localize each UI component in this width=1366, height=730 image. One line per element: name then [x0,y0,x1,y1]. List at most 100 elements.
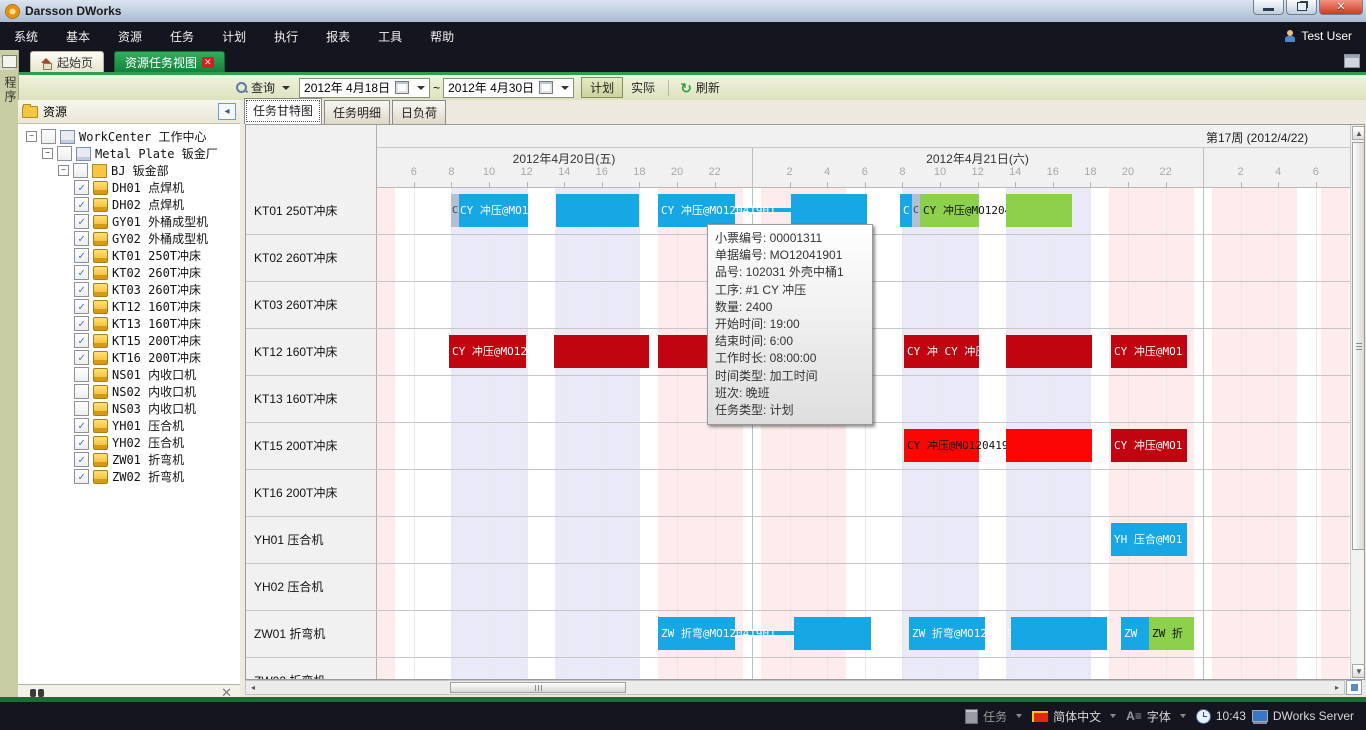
task-bar[interactable]: CY 冲压@MO12041901 [658,194,735,227]
language-dropdown-icon[interactable] [1110,714,1116,718]
task-marker[interactable]: C [451,194,459,227]
task-bar[interactable]: C [900,194,912,227]
menu-item-6[interactable]: 执行 [260,22,312,50]
tree-checkbox[interactable] [41,129,56,144]
tree-checkbox[interactable]: ✓ [74,299,89,314]
tree-node[interactable]: NS03 内收口机 [18,400,240,417]
menu-item-4[interactable]: 任务 [156,22,208,50]
task-bar[interactable] [1011,617,1107,650]
tree-node[interactable]: ✓KT15 200T冲床 [18,332,240,349]
tree-checkbox[interactable]: ✓ [74,197,89,212]
tree-node[interactable]: NS01 内收口机 [18,366,240,383]
query-dropdown-icon[interactable] [282,86,290,90]
task-marker[interactable]: C [912,194,920,227]
task-bar[interactable]: CY 冲压@MO12041902 [920,194,979,227]
task-bar[interactable] [556,194,639,227]
tree-node[interactable]: ✓KT01 250T冲床 [18,247,240,264]
tree-node[interactable]: ✓KT16 200T冲床 [18,349,240,366]
task-bar[interactable]: CY 冲压@MO1 [1111,335,1187,368]
tree-node[interactable]: ✓YH01 压合机 [18,417,240,434]
menu-item-8[interactable]: 工具 [364,22,416,50]
tree-node[interactable]: NS02 内收口机 [18,383,240,400]
scroll-up-arrow[interactable]: ▲ [1352,126,1365,140]
gantt-tab-3[interactable]: 日负荷 [392,100,446,124]
task-bar[interactable] [554,335,649,368]
panel-collapse-button[interactable]: ◂ [218,103,236,120]
tree-checkbox[interactable]: ✓ [74,452,89,467]
task-bar[interactable] [791,194,867,227]
menu-item-5[interactable]: 计划 [208,22,260,50]
date-to-dropdown-icon[interactable] [561,86,569,90]
task-bar[interactable]: CY 冲压@MO12041901 [457,194,528,227]
status-server[interactable]: DWorks Server [1252,709,1354,723]
menu-item-2[interactable]: 基本 [52,22,104,50]
task-bar[interactable]: CY 冲 CY 冲压@MO12041904 [904,335,979,368]
task-dropdown-icon[interactable] [1016,714,1022,718]
tree-node[interactable]: ✓GY02 外桶成型机 [18,230,240,247]
menu-item-9[interactable]: 帮助 [416,22,468,50]
query-button[interactable]: 查询 [230,77,296,98]
tree-node[interactable]: ✓DH01 点焊机 [18,179,240,196]
task-bar[interactable]: CY 冲压@MO12041903 [904,429,979,462]
tree-node[interactable]: ✓YH02 压合机 [18,434,240,451]
tree-checkbox[interactable] [74,367,89,382]
expander-icon[interactable]: − [26,131,37,142]
tree-node[interactable]: ✓KT13 160T冲床 [18,315,240,332]
task-bar[interactable]: YH 压合@MO1 [1111,523,1187,556]
tab-start-page[interactable]: 起始页 [30,51,104,74]
font-dropdown-icon[interactable] [1180,714,1186,718]
vertical-scrollbar[interactable]: ▲▼ [1350,125,1365,680]
minimize-button[interactable] [1253,0,1284,15]
status-language[interactable]: 简体中文 [1032,708,1120,725]
tree-checkbox[interactable]: ✓ [74,316,89,331]
tree-checkbox[interactable]: ✓ [74,282,89,297]
tree-checkbox[interactable] [73,163,88,178]
tree-checkbox[interactable] [57,146,72,161]
horizontal-scrollbar[interactable]: ◂ ▸ [245,680,1345,695]
date-from-field[interactable]: 2012年 4月18日 [299,78,430,98]
menu-item-1[interactable]: 系统 [0,22,52,50]
tree-checkbox[interactable]: ✓ [74,418,89,433]
actual-toggle-button[interactable]: 实际 [623,78,663,97]
tab-resource-task-view[interactable]: 资源任务视图 ✕ [114,51,225,74]
tree-node[interactable]: ✓KT03 260T冲床 [18,281,240,298]
task-bar[interactable]: ZW 折弯@MO12041901 [909,617,985,650]
status-task[interactable]: 任务 [965,708,1026,725]
scroll-corner-button[interactable] [1346,680,1362,695]
date-to-field[interactable]: 2012年 4月30日 [443,78,574,98]
tree-checkbox[interactable]: ✓ [74,265,89,280]
tree-checkbox[interactable]: ✓ [74,180,89,195]
tree-node[interactable]: ✓DH02 点焊机 [18,196,240,213]
tree-node[interactable]: ✓GY01 外桶成型机 [18,213,240,230]
tree-checkbox[interactable]: ✓ [74,350,89,365]
tab-close-icon[interactable]: ✕ [202,57,214,68]
date-from-dropdown-icon[interactable] [417,86,425,90]
tree-checkbox[interactable]: ✓ [74,435,89,450]
task-bar[interactable]: CY 冲压@MO1 [1111,429,1187,462]
vertical-scroll-thumb[interactable] [1352,142,1365,550]
tree-node[interactable]: ✓KT12 160T冲床 [18,298,240,315]
tree-node[interactable]: −BJ 钣金部 [18,162,240,179]
expander-icon[interactable]: − [58,165,69,176]
scroll-down-arrow[interactable]: ▼ [1352,664,1365,678]
tree-node[interactable]: ✓KT02 260T冲床 [18,264,240,281]
task-bar[interactable]: CY 冲压@MO12041904 [449,335,526,368]
calendar-icon[interactable] [395,81,409,94]
tree-checkbox[interactable]: ✓ [74,248,89,263]
task-bar[interactable]: ZW 折弯@MO12041901 [658,617,735,650]
task-bar[interactable] [794,617,871,650]
user-indicator[interactable]: Test User [1284,22,1352,50]
plan-toggle-button[interactable]: 计划 [581,77,623,98]
tree-checkbox[interactable] [74,384,89,399]
tree-node[interactable]: ✓ZW01 折弯机 [18,451,240,468]
gantt-tab-2[interactable]: 任务明细 [324,100,390,124]
tree-node[interactable]: ✓ZW02 折弯机 [18,468,240,485]
menu-item-7[interactable]: 报表 [312,22,364,50]
task-bar[interactable]: ZW 折 [1149,617,1194,650]
tab-strip-menu-icon[interactable] [1344,54,1360,68]
find-binoculars-icon[interactable] [30,689,44,697]
task-bar[interactable] [1006,429,1092,462]
horizontal-scroll-thumb[interactable] [450,682,626,693]
close-button[interactable]: ✕ [1319,0,1363,15]
gantt-tab-1[interactable]: 任务甘特图 [244,98,322,124]
